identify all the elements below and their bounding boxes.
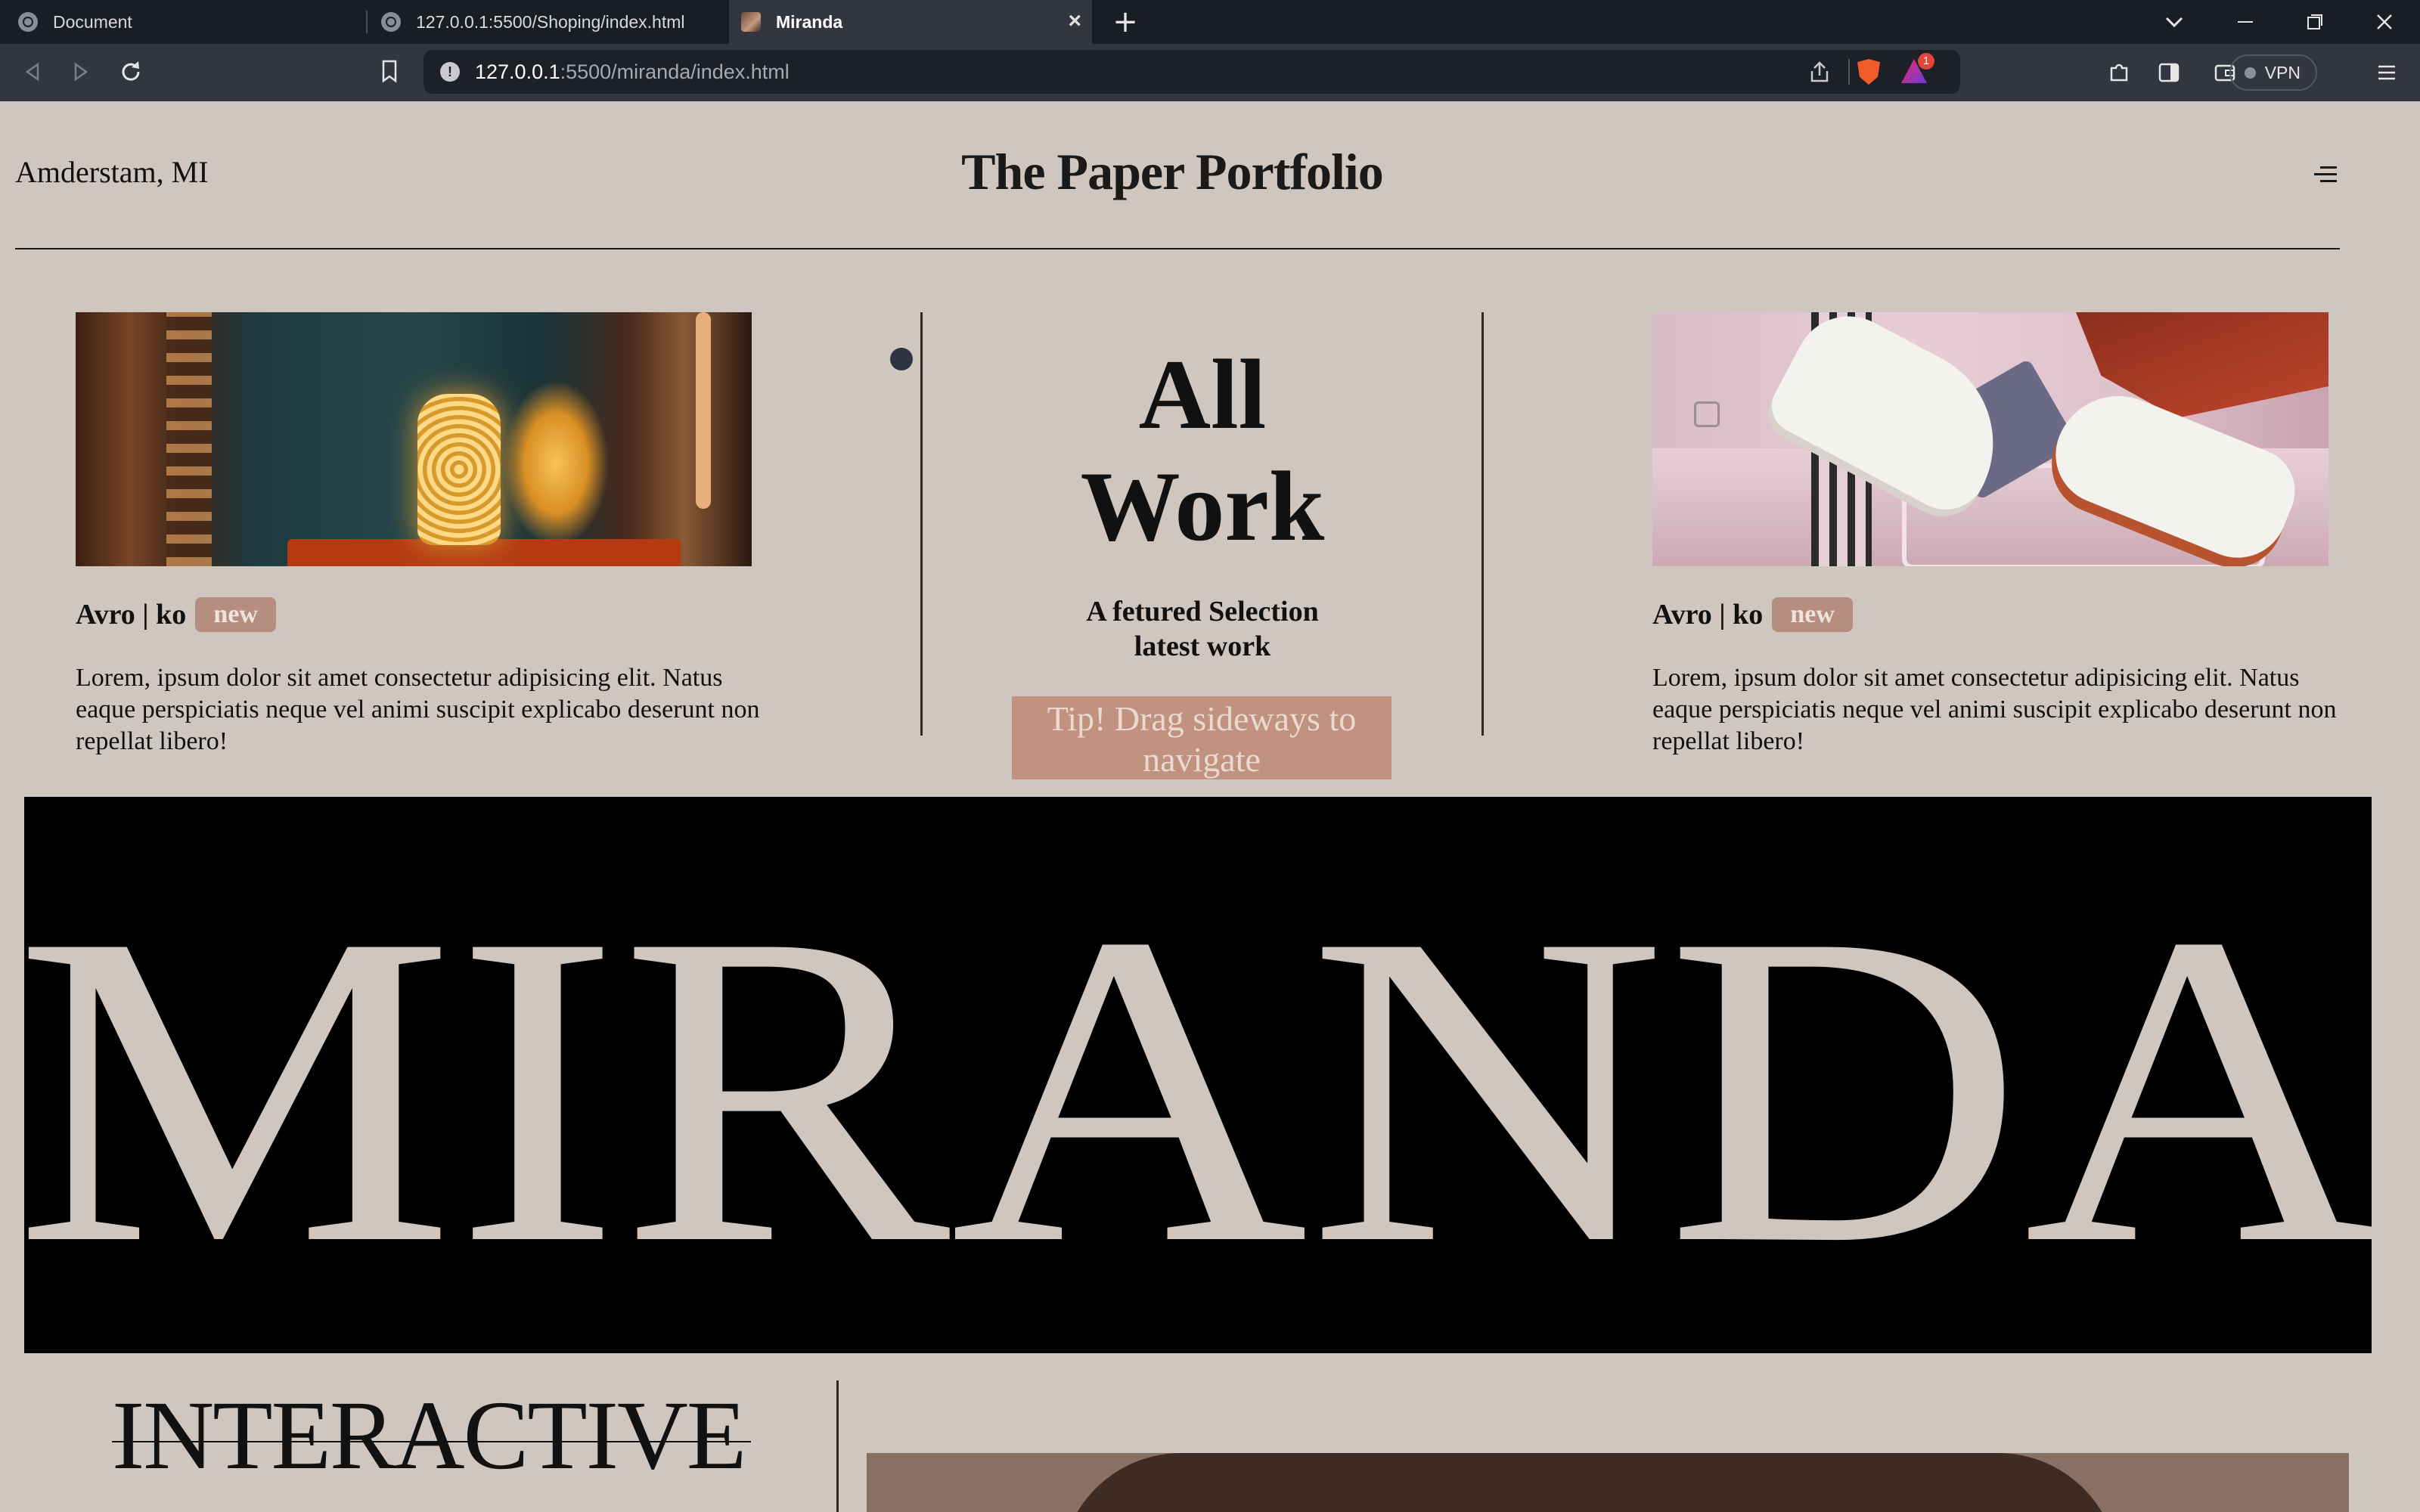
extensions-icon[interactable] (2107, 60, 2131, 85)
tip-line-2: navigate (1143, 740, 1261, 779)
bottom-column-divider (836, 1380, 839, 1512)
sidebar-icon[interactable] (2157, 60, 2181, 85)
card-title[interactable]: Avro | ko new (1652, 597, 1853, 632)
interactive-heading: INTERACTIVE (112, 1381, 746, 1490)
close-tab-icon[interactable]: × (1068, 10, 1081, 33)
drag-tip-box: Tip! Drag sideways to navigate (1012, 696, 1392, 779)
back-icon[interactable] (21, 60, 44, 83)
card-title-text: Avro | ko (76, 599, 187, 631)
selection-subheading: A fetured Selection latest work (976, 594, 1429, 664)
brave-shields-icon[interactable] (1857, 59, 1880, 85)
lantern-project-image[interactable] (76, 312, 752, 566)
bookmark-icon[interactable] (380, 59, 399, 85)
reload-icon[interactable] (118, 59, 144, 85)
portrait-image[interactable] (867, 1453, 2349, 1512)
heading-strike-line (112, 1441, 751, 1442)
card-title[interactable]: Avro | ko new (76, 597, 276, 632)
maximize-icon[interactable] (2305, 12, 2325, 32)
browser-toolbar: ! 127.0.0.1:5500/miranda/index.html 1 VP… (0, 44, 2420, 101)
vpn-button[interactable]: VPN (2229, 54, 2317, 91)
forward-icon[interactable] (70, 60, 92, 83)
column-divider-left (920, 312, 923, 736)
tab-list-icon[interactable] (2164, 14, 2184, 30)
hamburger-menu-icon[interactable] (2314, 166, 2337, 187)
tab-shoping[interactable]: 127.0.0.1:5500/Shoping/index.html (371, 0, 726, 44)
tab-title: Document (53, 11, 132, 32)
column-divider-right (1481, 312, 1484, 736)
card-description: Lorem, ipsum dolor sit amet consectetur … (1652, 664, 2337, 755)
tab-title: 127.0.0.1:5500/Shoping/index.html (416, 11, 685, 32)
card-description: Lorem, ipsum dolor sit amet consectetur … (76, 664, 760, 755)
sneakers-project-image[interactable] (1652, 312, 2328, 566)
card-title-text: Avro | ko (1652, 599, 1764, 631)
tab-document[interactable]: Document (0, 0, 363, 44)
header-divider (15, 248, 2340, 249)
address-bar[interactable]: ! 127.0.0.1:5500/miranda/index.html 1 (424, 50, 1960, 94)
subheading-line-1: A fetured Selection (1086, 596, 1319, 627)
location-label: Amderstam, MI (15, 155, 209, 189)
miranda-banner: MIRANDA (24, 797, 2372, 1353)
all-work-heading: All Work (953, 339, 1452, 562)
heading-line-1: All (1138, 339, 1267, 450)
miranda-banner-text: MIRANDA (24, 841, 2372, 1336)
new-tab-button[interactable]: + (1109, 5, 1142, 39)
site-logo[interactable]: The Paper Portfolio (832, 142, 1512, 202)
minimize-icon[interactable] (2235, 14, 2255, 30)
portrait-favicon-icon (741, 12, 761, 32)
new-badge: new (1772, 597, 1853, 632)
tab-divider (366, 11, 368, 33)
menu-icon[interactable] (2376, 62, 2397, 83)
globe-icon (18, 12, 38, 32)
share-icon[interactable] (1807, 60, 1832, 85)
tab-miranda[interactable]: Miranda × (729, 0, 1092, 44)
subheading-line-2: latest work (1134, 631, 1271, 662)
svg-text:MIRANDA: MIRANDA (24, 841, 2372, 1336)
tip-line-1: Tip! Drag sideways to (1047, 699, 1357, 738)
close-icon[interactable] (2375, 12, 2394, 32)
address-divider (1848, 59, 1850, 85)
rewards-count-badge: 1 (1918, 53, 1934, 70)
new-badge: new (195, 597, 276, 632)
url-path: :5500/miranda/index.html (560, 60, 790, 83)
address-url[interactable]: 127.0.0.1:5500/miranda/index.html (475, 50, 790, 94)
scroll-indicator-dot (890, 348, 913, 370)
browser-tab-bar: Document 127.0.0.1:5500/Shoping/index.ht… (0, 0, 2420, 44)
globe-icon (381, 12, 401, 32)
url-host: 127.0.0.1 (475, 60, 560, 83)
tab-title: Miranda (776, 11, 843, 32)
heading-line-2: Work (1080, 451, 1325, 562)
info-icon[interactable]: ! (440, 62, 460, 82)
